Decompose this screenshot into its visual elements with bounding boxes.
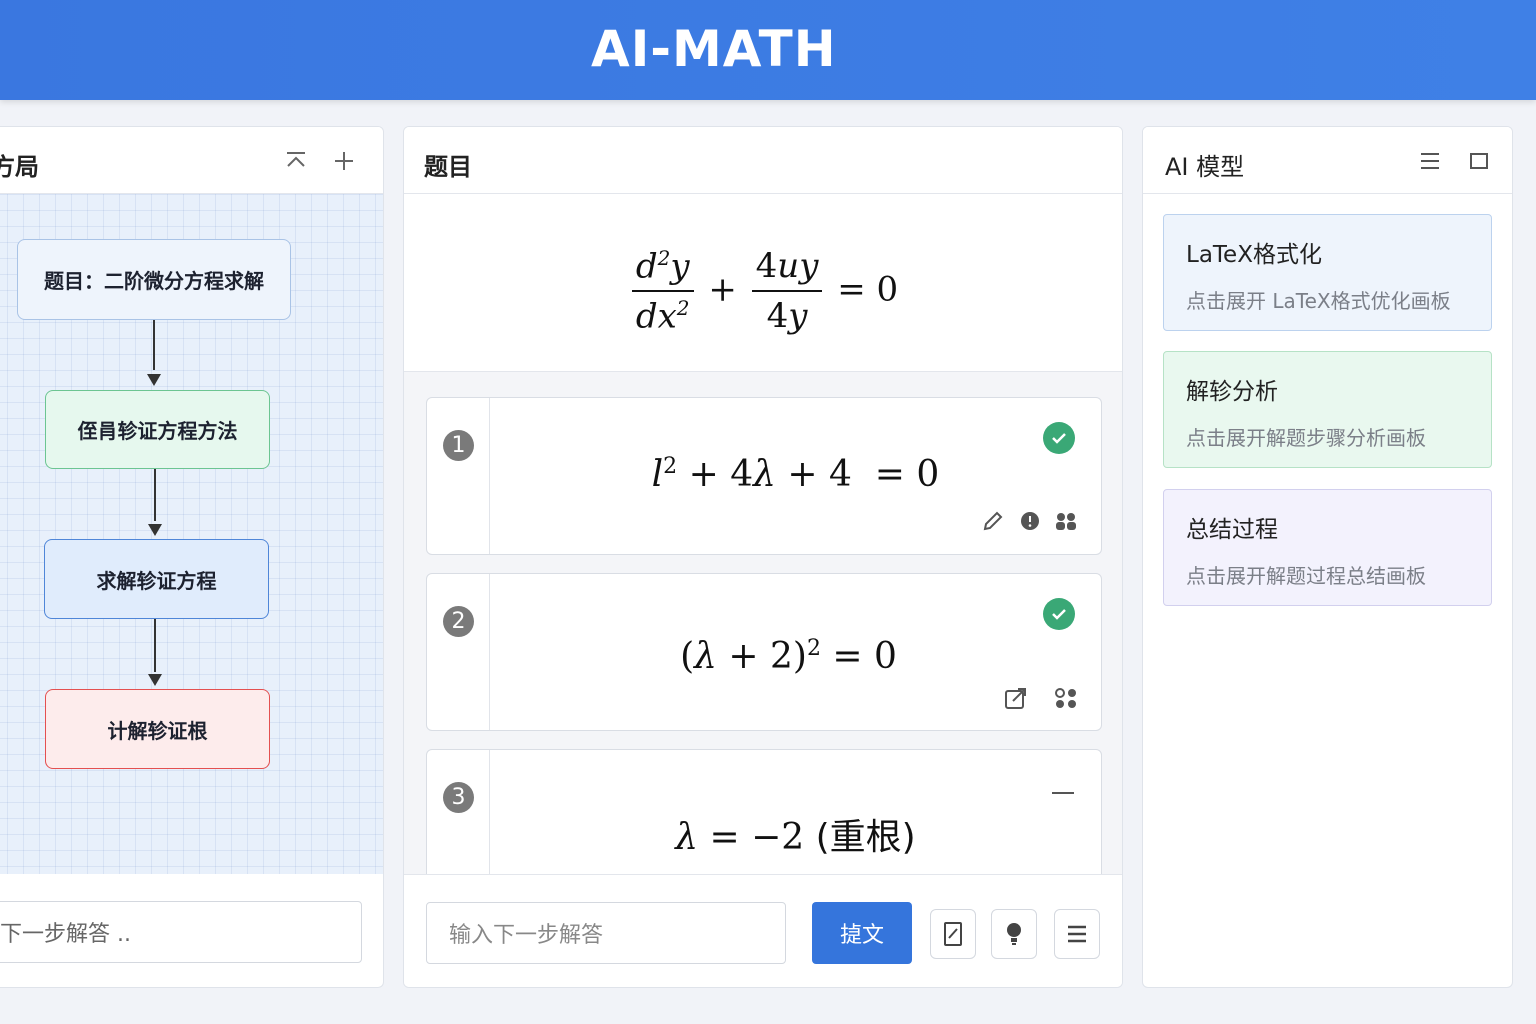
flow-node-label: 求解轸证方程 [96, 568, 217, 593]
card-subtitle: 点击展开解题过程总结画板 [1186, 564, 1426, 588]
answer-bar: 输入下一步解答 㨗文 [404, 874, 1122, 987]
submit-button[interactable]: 㨗文 [812, 902, 912, 964]
hint-button[interactable] [991, 909, 1037, 959]
flow-panel: 方局 题目：二阶微分方程求解 侄肙轸证方程方法 求解轸证方程 计解轸证根 下一步… [0, 126, 384, 988]
flow-arrow [153, 320, 155, 370]
collapse-up-icon[interactable] [282, 147, 310, 175]
flow-arrow [154, 619, 156, 672]
pending-dash-icon [1052, 792, 1074, 794]
flow-node-solve[interactable]: 求解轸证方程 [44, 539, 269, 619]
card-subtitle: 点击展开 LaTeX格式优化画板 [1186, 289, 1451, 313]
menu-button[interactable] [1054, 909, 1100, 959]
list-icon[interactable] [1416, 147, 1444, 175]
group-icon[interactable] [1053, 685, 1079, 711]
flow-answer-input[interactable]: 下一步解答 .. [0, 901, 362, 963]
users-icon[interactable] [1053, 508, 1079, 534]
card-subtitle: 点击展开解题步骤分析画板 [1186, 426, 1426, 450]
problem-equation: d2y dx2 + 4uy 4y = 0 [404, 194, 1122, 372]
step-equation: λ = −2 (重根) [675, 817, 916, 858]
maximize-icon[interactable] [1465, 147, 1493, 175]
arrow-head-icon [148, 674, 162, 686]
lightbulb-icon [1007, 923, 1021, 945]
card-title: 总结过程 [1186, 517, 1278, 543]
ai-model-panel-title: AI 模型 [1165, 153, 1245, 181]
app-header: AI-MATH [0, 0, 1536, 100]
open-external-icon[interactable] [1003, 685, 1029, 711]
step-equation-note: (重根) [815, 817, 916, 858]
summary-card[interactable]: 总结过程 点击展开解题过程总结画板 [1163, 489, 1492, 606]
app-title: AI-MATH [591, 20, 837, 78]
step-card[interactable]: 1 l2 + 4λ + 4 = 0 [426, 397, 1102, 555]
flow-canvas: 题目：二阶微分方程求解 侄肙轸证方程方法 求解轸证方程 计解轸证根 [0, 194, 383, 874]
flow-node-label: 侄肙轸证方程方法 [77, 419, 238, 443]
ai-model-panel-header: AI 模型 [1143, 127, 1512, 194]
flow-panel-header: 方局 [0, 127, 383, 194]
flow-node-roots[interactable]: 计解轸证根 [45, 689, 270, 769]
arrow-head-icon [148, 524, 162, 536]
document-button[interactable] [930, 909, 976, 959]
step-card[interactable]: 3 λ = −2 (重根) [426, 749, 1102, 874]
flow-node-method[interactable]: 侄肙轸证方程方法 [45, 390, 270, 469]
answer-input[interactable]: 输入下一步解答 [426, 902, 786, 964]
arrow-head-icon [147, 374, 161, 386]
flow-panel-title: 方局 [0, 153, 39, 181]
add-icon[interactable] [330, 147, 358, 175]
steps-list: 1 l2 + 4λ + 4 = 0 2 (λ + 2)2 = 0 3 λ = −… [404, 372, 1122, 874]
ai-model-panel: AI 模型 LaTeX格式化 点击展开 LaTeX格式优化画板 解轸分析 点击展… [1142, 126, 1513, 988]
analysis-card[interactable]: 解轸分析 点击展开解题步骤分析画板 [1163, 351, 1492, 468]
step-equation: (λ + 2)2 = 0 [680, 636, 897, 677]
step-equation: l2 + 4λ + 4 = 0 [651, 454, 940, 495]
problem-panel-title: 题目 [424, 153, 472, 181]
alert-icon[interactable] [1017, 508, 1043, 534]
step-number: 3 [443, 782, 474, 813]
check-icon [1043, 422, 1075, 454]
problem-panel-header: 题目 [404, 127, 1122, 194]
step-card[interactable]: 2 (λ + 2)2 = 0 [426, 573, 1102, 731]
flow-arrow [154, 469, 156, 521]
card-title: 解轸分析 [1186, 379, 1278, 405]
flow-node-label: 题目：二阶微分方程求解 [44, 269, 264, 293]
edit-icon[interactable] [980, 508, 1006, 534]
step-number: 1 [443, 430, 474, 461]
flow-node-problem[interactable]: 题目：二阶微分方程求解 [17, 239, 291, 320]
check-icon [1043, 598, 1075, 630]
document-icon [944, 922, 962, 946]
problem-panel: 题目 d2y dx2 + 4uy 4y = 0 1 l2 + 4λ + 4 = 0 [403, 126, 1123, 988]
menu-icon [1068, 925, 1086, 943]
latex-format-card[interactable]: LaTeX格式化 点击展开 LaTeX格式优化画板 [1163, 214, 1492, 331]
card-title: LaTeX格式化 [1186, 242, 1322, 268]
step-number: 2 [443, 606, 474, 637]
flow-node-label: 计解轸证根 [107, 718, 208, 743]
